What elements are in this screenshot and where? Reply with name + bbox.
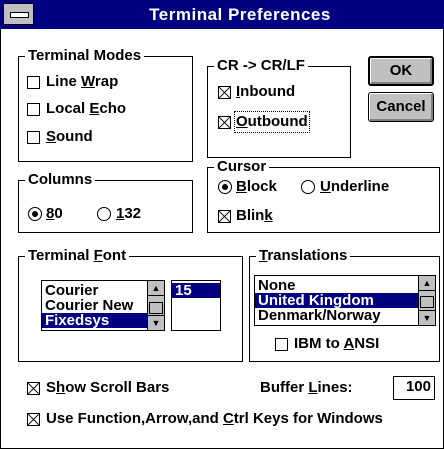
columns-132-label[interactable]: 132 — [116, 205, 141, 223]
columns-80-radio[interactable] — [28, 207, 42, 221]
translations-listbox[interactable]: None United Kingdom Denmark/Norway ▲ ▼ — [254, 275, 436, 326]
show-scroll-bars-label[interactable]: Show Scroll Bars — [46, 379, 169, 397]
system-menu-button[interactable] — [3, 3, 34, 25]
scroll-thumb[interactable] — [420, 296, 434, 308]
title-bar[interactable]: Terminal Preferences — [0, 0, 444, 29]
columns-80-label[interactable]: 80 — [46, 205, 63, 223]
line-wrap-label[interactable]: Line Wrap — [46, 73, 118, 91]
scroll-down-icon[interactable]: ▼ — [419, 310, 435, 325]
outbound-label[interactable]: Outbound — [234, 111, 310, 133]
cancel-button[interactable]: Cancel — [368, 92, 434, 122]
size-item-15[interactable]: 15 — [172, 283, 220, 298]
font-item-fixedsys[interactable]: Fixedsys — [42, 313, 147, 328]
translations-scrollbar[interactable]: ▲ ▼ — [418, 276, 435, 325]
block-radio[interactable] — [218, 180, 232, 194]
font-item-courier[interactable]: Courier — [42, 283, 147, 298]
font-scrollbar[interactable]: ▲ ▼ — [147, 281, 164, 330]
buffer-lines-input[interactable]: 100 — [393, 376, 435, 400]
translations-label: Translations — [256, 247, 351, 265]
inbound-label[interactable]: Inbound — [236, 83, 295, 101]
translation-item-none[interactable]: None — [255, 278, 418, 293]
local-echo-checkbox[interactable] — [27, 103, 40, 116]
scroll-up-icon[interactable]: ▲ — [419, 276, 435, 291]
terminal-font-label: Terminal Font — [25, 247, 130, 265]
blink-label[interactable]: Blink — [236, 207, 273, 225]
cursor-label: Cursor — [214, 158, 270, 176]
font-size-listbox[interactable]: 15 — [171, 280, 221, 331]
function-keys-label[interactable]: Use Function,Arrow,and Ctrl Keys for Win… — [46, 410, 383, 428]
show-scroll-bars-checkbox[interactable] — [27, 382, 40, 395]
underline-radio[interactable] — [301, 180, 315, 194]
translation-item-denmark-norway[interactable]: Denmark/Norway — [255, 308, 418, 323]
font-item-courier-new[interactable]: Courier New — [42, 298, 147, 313]
outbound-checkbox[interactable] — [218, 116, 231, 129]
underline-label[interactable]: Underline — [320, 178, 389, 196]
inbound-checkbox[interactable] — [218, 86, 231, 99]
local-echo-label[interactable]: Local Echo — [46, 100, 126, 118]
translation-item-united-kingdom[interactable]: United Kingdom — [255, 293, 418, 308]
ibm-to-ansi-checkbox[interactable] — [275, 338, 288, 351]
scroll-down-icon[interactable]: ▼ — [148, 315, 164, 330]
cr-lf-label: CR -> CR/LF — [214, 57, 308, 75]
buffer-lines-label: Buffer Lines: — [260, 379, 353, 396]
scroll-up-icon[interactable]: ▲ — [148, 281, 164, 296]
blink-checkbox[interactable] — [218, 210, 231, 223]
terminal-modes-label: Terminal Modes — [25, 47, 145, 65]
columns-label: Columns — [25, 171, 96, 189]
function-keys-checkbox[interactable] — [27, 413, 40, 426]
ok-button[interactable]: OK — [368, 56, 434, 86]
scroll-thumb[interactable] — [149, 302, 163, 314]
window-title: Terminal Preferences — [149, 5, 331, 24]
cr-lf-group: CR -> CR/LF — [207, 57, 351, 158]
columns-132-radio[interactable] — [97, 207, 111, 221]
line-wrap-checkbox[interactable] — [27, 76, 40, 89]
system-menu-icon — [10, 12, 29, 18]
ibm-to-ansi-label[interactable]: IBM to ANSI — [294, 335, 379, 353]
block-label[interactable]: Block — [236, 178, 277, 196]
sound-label[interactable]: Sound — [46, 128, 93, 146]
sound-checkbox[interactable] — [27, 131, 40, 144]
font-listbox[interactable]: Courier Courier New Fixedsys ▲ ▼ — [41, 280, 165, 331]
